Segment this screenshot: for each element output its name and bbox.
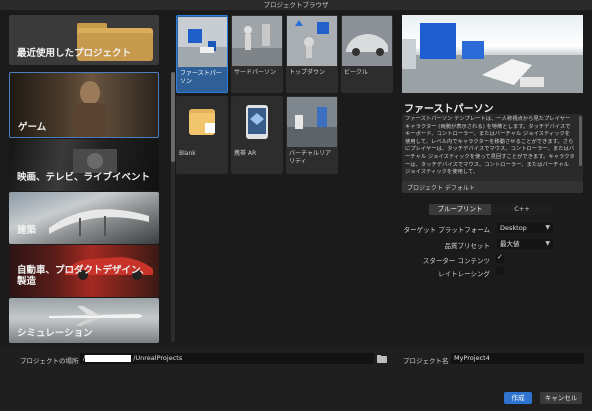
category-automotive[interactable]: 自動車、プロダクトデザイン、製造 — [9, 245, 159, 297]
quality-preset-label: 品質プリセット — [444, 242, 491, 250]
category-label: 最近使用したプロジェクト — [17, 48, 132, 59]
template-label: バーチャルリアリティ — [289, 150, 331, 165]
template-description: ファーストパーソン テンプレートは、一人称視点から見たプレイヤー キャラクター … — [405, 116, 575, 176]
target-platform-label: ターゲット プラットフォーム — [403, 226, 490, 234]
quality-preset-value: 最大値 — [500, 240, 520, 248]
template-vehicle[interactable]: ビークル — [341, 15, 393, 93]
browse-folder-icon[interactable] — [377, 354, 387, 363]
third-person-thumbnail — [232, 16, 282, 66]
location-suffix: /UnrealProjects — [133, 354, 183, 362]
scrollbar-thumb[interactable] — [171, 72, 175, 162]
target-platform-value: Desktop — [500, 224, 527, 232]
top-down-thumbnail — [287, 16, 337, 66]
title-bar: プロジェクトブラウザ — [0, 0, 592, 10]
target-platform-dropdown[interactable]: Desktop ▼ — [497, 223, 553, 233]
virtual-reality-thumbnail — [287, 97, 337, 147]
airplane-thumbnail — [49, 306, 143, 326]
quality-preset-dropdown[interactable]: 最大値 ▼ — [497, 239, 553, 249]
raytracing-label: レイトレーシング — [438, 270, 490, 278]
category-label: シミュレーション — [17, 328, 93, 339]
category-film-tv[interactable]: 映画、テレビ、ライブイベント — [9, 139, 159, 191]
first-person-thumbnail — [178, 17, 227, 67]
template-title: ファーストパーソン — [404, 104, 494, 115]
chevron-down-icon: ▼ — [545, 240, 550, 247]
template-label: ファーストパーソン — [180, 70, 222, 85]
tab-cpp[interactable]: C++ — [491, 204, 553, 215]
architecture-thumbnail — [49, 209, 149, 236]
template-description-panel: ファーストパーソン テンプレートは、一人称視点から見たプレイヤー キャラクター … — [402, 114, 583, 193]
description-scrollbar[interactable] — [579, 116, 582, 166]
project-name-input[interactable]: MyProject4 — [451, 353, 584, 364]
cancel-button[interactable]: キャンセル — [540, 392, 582, 404]
template-label: ビークル — [344, 69, 368, 76]
window-title: プロジェクトブラウザ — [263, 1, 329, 9]
category-architecture[interactable]: 建築 — [9, 192, 159, 244]
category-label: 映画、テレビ、ライブイベント — [17, 172, 151, 183]
category-label: 建築 — [17, 225, 37, 236]
tab-blueprint[interactable]: ブループリント — [429, 204, 491, 215]
starter-content-label: スターター コンテンツ — [422, 257, 490, 265]
category-label: ゲーム — [18, 122, 47, 133]
game-thumbnail — [74, 81, 106, 137]
category-scrollbar[interactable] — [171, 72, 175, 342]
project-location-input[interactable]: //UnrealProjects — [80, 353, 374, 364]
project-name-label: プロジェクト名 — [403, 357, 449, 365]
category-label: 自動車、プロダクトデザイン、製造 — [17, 265, 150, 287]
raytracing-checkbox[interactable] — [496, 267, 504, 275]
template-blank[interactable]: Blank — [176, 96, 228, 174]
category-games[interactable]: ゲーム — [9, 72, 159, 138]
template-top-down[interactable]: トップダウン — [286, 15, 338, 93]
project-defaults-header[interactable]: プロジェクト デフォルト — [402, 181, 583, 193]
template-label: Blank — [179, 150, 196, 157]
vehicle-thumbnail — [342, 16, 392, 66]
template-label: トップダウン — [289, 69, 326, 76]
template-first-person[interactable]: ファーストパーソン — [176, 15, 228, 93]
category-list: 最近使用したプロジェクト ゲーム 映画、テレビ、ライブイベント 建築 自動車、プ… — [9, 15, 175, 343]
create-button[interactable]: 作成 — [504, 392, 532, 404]
template-label: 携帯 AR — [234, 150, 257, 157]
redacted-path-segment — [85, 354, 132, 362]
starter-content-checkbox[interactable] — [496, 253, 504, 263]
template-label: サードパーソン — [234, 69, 277, 76]
template-handheld-ar[interactable]: 携帯 AR — [231, 96, 283, 174]
project-defaults-label: プロジェクト デフォルト — [407, 185, 475, 192]
template-virtual-reality[interactable]: バーチャルリアリティ — [286, 96, 338, 174]
template-third-person[interactable]: サードパーソン — [231, 15, 283, 93]
project-location-label: プロジェクトの場所 — [20, 357, 79, 365]
blank-folder-icon — [177, 97, 227, 147]
category-simulation[interactable]: シミュレーション — [9, 298, 159, 343]
handheld-ar-icon — [232, 97, 282, 147]
chevron-down-icon: ▼ — [545, 224, 550, 231]
category-recent-projects[interactable]: 最近使用したプロジェクト — [9, 15, 159, 65]
template-preview-image — [402, 15, 583, 93]
